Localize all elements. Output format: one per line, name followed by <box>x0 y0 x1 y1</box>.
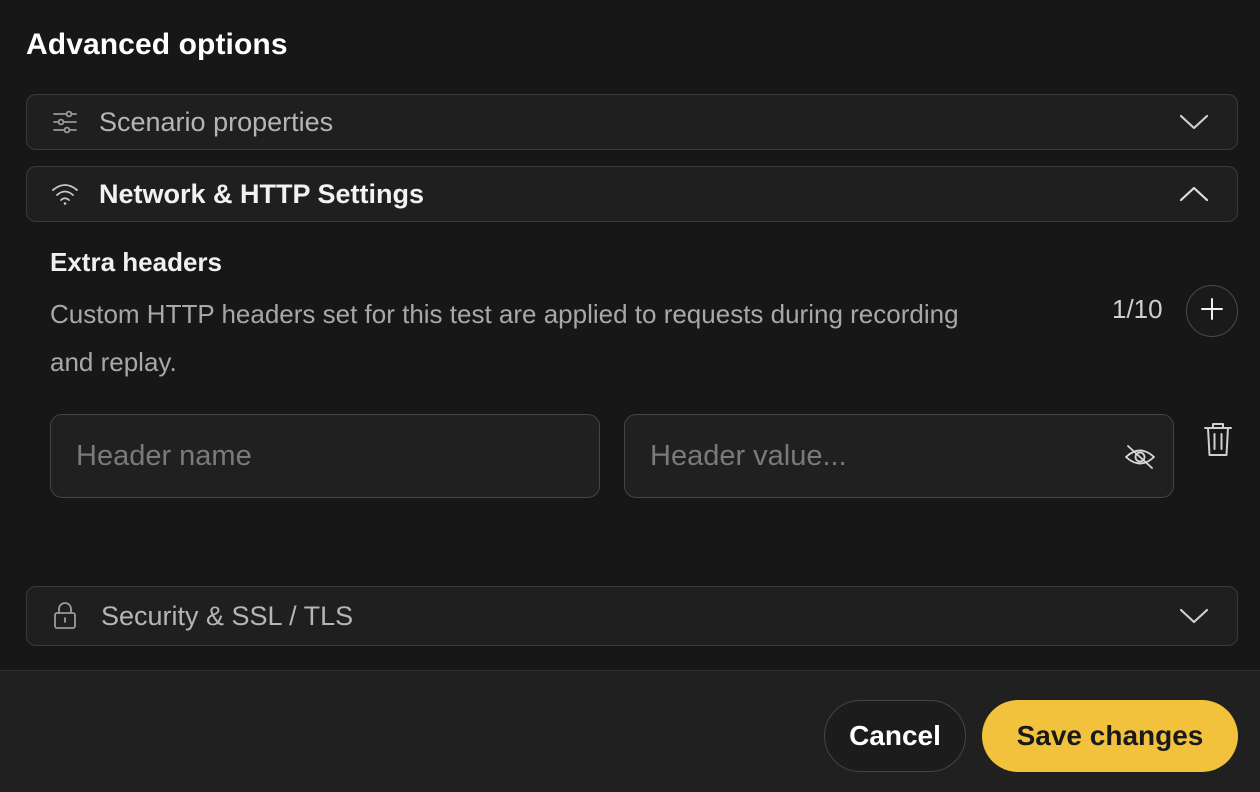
chevron-down-icon <box>1177 105 1211 139</box>
plus-icon <box>1200 297 1224 326</box>
header-name-input[interactable] <box>51 415 599 497</box>
lock-icon <box>51 602 79 630</box>
accordion-label: Scenario properties <box>99 106 334 137</box>
accordion-network-http-settings[interactable]: Network & HTTP Settings <box>26 166 1238 222</box>
cancel-button[interactable]: Cancel <box>824 700 966 772</box>
extra-headers-title: Extra headers <box>50 247 222 277</box>
add-header-button[interactable] <box>1186 285 1238 337</box>
chevron-down-icon <box>1177 599 1211 633</box>
chevron-up-icon <box>1177 177 1211 211</box>
header-name-field <box>50 414 600 498</box>
eye-off-icon[interactable] <box>1123 441 1157 473</box>
extra-headers-description: Custom HTTP headers set for this test ar… <box>50 299 959 377</box>
delete-header-button[interactable] <box>1200 422 1236 462</box>
dialog-title: Advanced options <box>26 28 288 61</box>
headers-counter: 1/10 <box>1112 294 1163 324</box>
accordion-label: Network & HTTP Settings <box>99 178 425 209</box>
accordion-scenario-properties[interactable]: Scenario properties <box>26 94 1238 150</box>
trash-icon <box>1203 422 1233 463</box>
advanced-options-dialog: Advanced options Scenario properties Net… <box>0 0 1260 792</box>
accordion-label: Security & SSL / TLS <box>101 600 354 631</box>
dialog-footer: Cancel Save changes <box>0 670 1260 792</box>
accordion-security-ssl-tls[interactable]: Security & SSL / TLS <box>26 586 1238 646</box>
sliders-icon <box>51 108 79 136</box>
wifi-icon <box>51 180 79 208</box>
save-changes-button[interactable]: Save changes <box>982 700 1238 772</box>
header-value-input[interactable] <box>625 415 1173 497</box>
header-value-field <box>624 414 1174 498</box>
